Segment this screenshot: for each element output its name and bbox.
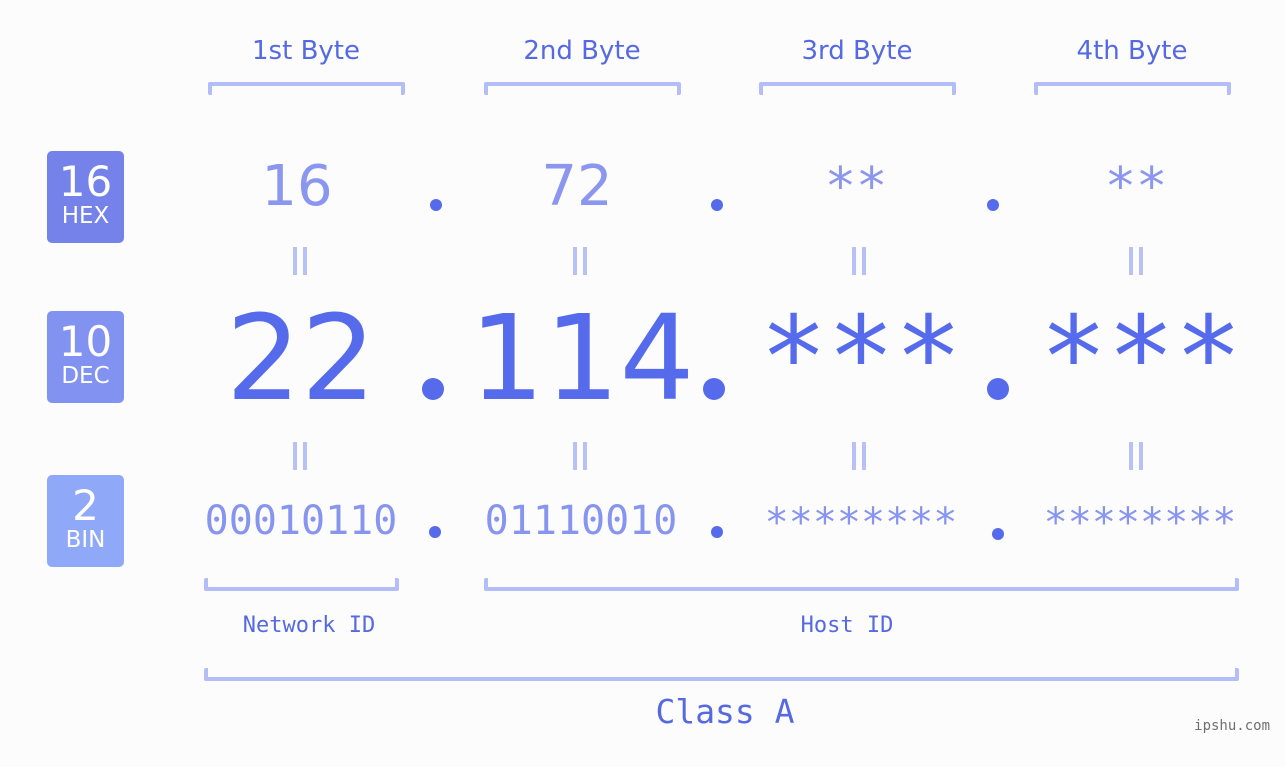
bin-base-label: BIN [65,527,106,553]
byte-4-bracket [1034,82,1231,95]
dec-separator-dot [987,378,1009,400]
byte-4-label: 4th Byte [1076,36,1188,66]
bin-byte-4: ******** [1043,500,1237,546]
hex-byte-2: 72 [541,154,613,219]
network-id-label: Network ID [242,613,376,638]
byte-3-label: 3rd Byte [801,36,913,66]
bin-byte-2: 01110010 [484,498,678,544]
equals-icon [292,442,308,470]
equals-icon [851,442,867,470]
network-id-bracket [204,578,399,591]
hex-separator-dot [430,199,442,211]
bin-byte-1: 00010110 [204,498,398,544]
dec-byte-1: 22 [225,289,377,427]
dec-separator-dot [422,378,444,400]
byte-2-label: 2nd Byte [523,36,641,66]
byte-1-bracket [208,82,405,95]
hex-separator-dot [987,199,999,211]
hex-byte-4: ** [1104,157,1168,217]
equals-icon [1128,442,1144,470]
bin-byte-3: ******** [764,500,958,546]
hex-byte-1: 16 [261,154,333,219]
hex-byte-3: ** [824,157,888,217]
host-id-bracket [484,578,1239,591]
dec-separator-dot [703,378,725,400]
equals-icon [851,247,867,275]
bin-separator-dot [429,526,441,538]
bin-separator-dot [711,526,723,538]
hex-separator-dot [711,199,723,211]
equals-icon [572,247,588,275]
byte-3-bracket [759,82,956,95]
dec-base-badge: 10 DEC [47,311,124,403]
bin-base-number: 2 [72,481,99,530]
dec-base-number: 10 [58,317,113,366]
bin-base-badge: 2 BIN [47,475,124,567]
dec-byte-4: *** [1039,293,1243,423]
dec-byte-3: *** [759,293,963,423]
class-bracket [204,668,1239,681]
hex-base-badge: 16 HEX [47,151,124,243]
equals-icon [292,247,308,275]
hex-base-label: HEX [61,203,110,229]
bin-separator-dot [992,528,1004,540]
byte-2-bracket [484,82,681,95]
class-label: Class A [655,692,795,731]
hex-base-number: 16 [58,157,113,206]
host-id-label: Host ID [800,613,894,638]
equals-icon [572,442,588,470]
dec-byte-2: 114 [469,289,695,427]
watermark: ipshu.com [1194,718,1270,734]
equals-icon [1128,247,1144,275]
dec-base-label: DEC [61,363,110,389]
byte-1-label: 1st Byte [252,36,360,66]
